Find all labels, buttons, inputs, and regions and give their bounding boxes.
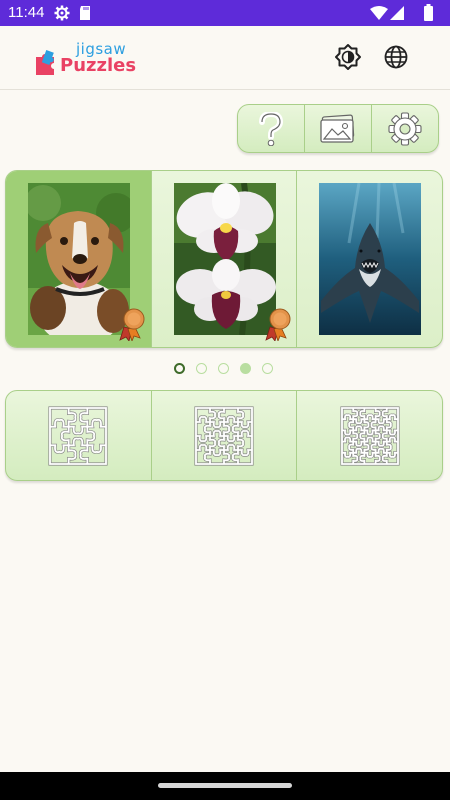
settings-gear-icon	[388, 111, 422, 146]
theme-toggle-icon[interactable]	[334, 43, 362, 71]
home-gesture-handle[interactable]	[158, 783, 292, 788]
help-button[interactable]	[238, 105, 305, 152]
puzzle-card-shark[interactable]	[297, 171, 442, 347]
difficulty-hard-button[interactable]	[297, 391, 442, 480]
page-dot-1[interactable]	[174, 363, 185, 374]
status-bar: 11:44	[0, 0, 450, 26]
settings-gear-icon	[54, 5, 70, 21]
status-time: 11:44	[8, 4, 45, 21]
sd-card-icon	[80, 6, 90, 20]
difficulty-selector	[5, 390, 443, 481]
completed-medal-icon	[119, 308, 145, 341]
settings-button[interactable]	[372, 105, 438, 152]
help-question-icon	[259, 111, 284, 146]
difficulty-easy-button[interactable]	[6, 391, 152, 480]
app-logo: jigsaw Puzzles	[32, 40, 142, 80]
toolbar	[237, 104, 439, 153]
medium-puzzle-icon	[194, 405, 254, 466]
gallery-image-icon	[320, 114, 355, 143]
puzzle-card-dog[interactable]	[6, 171, 152, 347]
puzzle-grid-outline	[48, 405, 108, 466]
wifi-icon	[370, 6, 388, 20]
battery-icon	[424, 4, 433, 21]
puzzle-piece-logo-icon	[36, 49, 54, 75]
system-navigation-bar	[0, 772, 450, 800]
carousel-page-indicator	[173, 362, 278, 376]
difficulty-medium-button[interactable]	[152, 391, 298, 480]
orchid-photo	[173, 183, 276, 335]
puzzle-grid-lines	[195, 406, 253, 465]
easy-puzzle-icon	[48, 405, 108, 466]
dog-photo	[28, 183, 130, 335]
page-dot-3[interactable]	[218, 363, 229, 374]
puzzle-grid-lines	[49, 406, 108, 465]
app-bar: jigsaw Puzzles	[0, 26, 450, 90]
shark-photo	[319, 183, 422, 335]
page-dot-5[interactable]	[262, 363, 273, 374]
language-globe-icon[interactable]	[382, 43, 410, 71]
puzzle-carousel	[5, 170, 443, 348]
logo-puzzles-text: Puzzles	[60, 55, 137, 76]
gallery-button[interactable]	[305, 105, 372, 152]
completed-medal-icon	[265, 308, 291, 341]
page-dot-2[interactable]	[196, 363, 207, 374]
puzzle-card-orchid[interactable]	[152, 171, 298, 347]
signal-icon	[390, 6, 404, 20]
page-dot-4[interactable]	[240, 363, 251, 374]
hard-puzzle-icon	[340, 405, 400, 466]
